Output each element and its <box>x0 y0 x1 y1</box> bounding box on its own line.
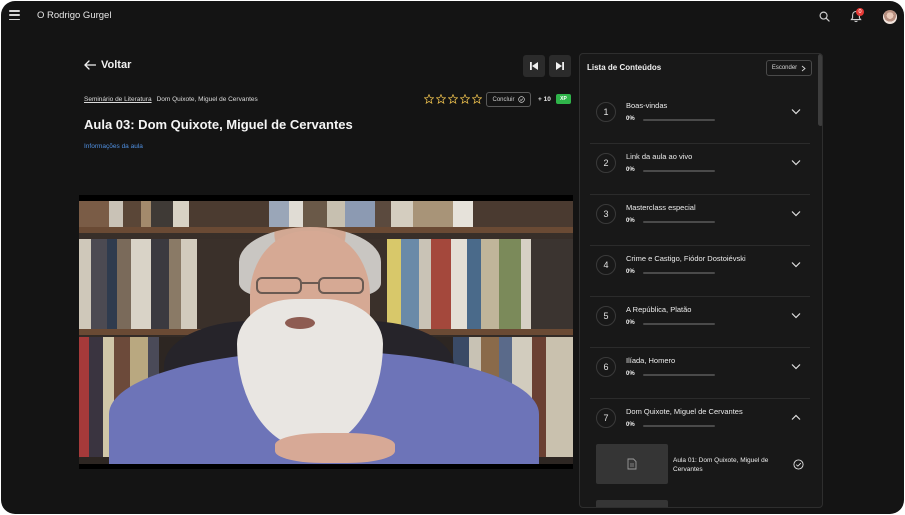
lesson-item[interactable]: Aula 01: Dom Quixote, Miguel de Cervante… <box>596 444 808 488</box>
module-item-expanded[interactable]: 7 Dom Quixote, Miguel de Cervantes 0% <box>590 400 810 450</box>
chevron-down-icon[interactable] <box>791 210 801 217</box>
speaker-hands <box>275 433 395 463</box>
module-progress-bar <box>643 272 715 274</box>
search-icon[interactable] <box>819 11 830 22</box>
module-item[interactable]: 4 Crime e Castigo, Fiódor Dostoiévski 0% <box>590 247 810 297</box>
module-progress-value: 0% <box>626 218 635 224</box>
chevron-right-icon <box>801 65 806 71</box>
check-circle-icon[interactable] <box>793 459 804 470</box>
concluir-button[interactable]: Concluir <box>486 92 531 107</box>
hide-panel-button[interactable]: Esconder <box>766 60 812 76</box>
content-list-title: Lista de Conteúdos <box>587 63 662 72</box>
star-icon[interactable] <box>460 94 470 104</box>
brand-name: O Rodrigo Gurgel <box>37 10 112 21</box>
breadcrumb-module: Dom Quixote, Miguel de Cervantes <box>156 96 258 103</box>
module-item[interactable]: 5 A República, Platão 0% <box>590 298 810 348</box>
lesson-thumbnail <box>596 444 668 484</box>
star-icon[interactable] <box>424 94 434 104</box>
module-title: Masterclass especial <box>626 203 696 212</box>
module-title: A República, Platão <box>626 305 692 314</box>
skip-previous-icon <box>530 62 538 70</box>
rating-stars <box>424 94 482 104</box>
module-progress-bar <box>643 119 715 121</box>
breadcrumb: Seminário de Literatura Dom Quixote, Mig… <box>84 96 258 103</box>
page-title: Aula 03: Dom Quixote, Miguel de Cervante… <box>84 117 353 132</box>
module-progress-value: 0% <box>626 116 635 122</box>
breadcrumb-course-link[interactable]: Seminário de Literatura <box>84 96 152 103</box>
module-number: 2 <box>596 153 616 173</box>
module-number: 6 <box>596 357 616 377</box>
module-progress-bar <box>643 170 715 172</box>
module-progress-value: 0% <box>626 320 635 326</box>
arrow-left-icon <box>84 60 96 70</box>
module-title: Crime e Castigo, Fiódor Dostoiévski <box>626 254 746 263</box>
chevron-up-icon[interactable] <box>791 414 801 421</box>
lesson-info-link[interactable]: Informações da aula <box>84 143 143 150</box>
menu-icon[interactable] <box>9 10 20 20</box>
star-icon[interactable] <box>472 94 482 104</box>
avatar[interactable] <box>883 10 897 24</box>
module-number: 4 <box>596 255 616 275</box>
chevron-down-icon[interactable] <box>791 261 801 268</box>
check-circle-icon <box>517 96 525 103</box>
lesson-title: Aula 01: Dom Quixote, Miguel de Cervante… <box>673 457 769 473</box>
module-progress-value: 0% <box>626 422 635 428</box>
module-progress-bar <box>643 374 715 376</box>
module-progress-bar <box>643 425 715 427</box>
hide-panel-label: Esconder <box>771 65 798 71</box>
module-title: Boas-vindas <box>626 101 668 110</box>
notification-badge: 0 <box>856 8 864 16</box>
module-progress-value: 0% <box>626 269 635 275</box>
module-number: 3 <box>596 204 616 224</box>
points-badge: XP <box>556 94 571 104</box>
concluir-label: Concluir <box>492 96 515 103</box>
video-player[interactable] <box>79 195 573 469</box>
chevron-down-icon[interactable] <box>791 159 801 166</box>
module-progress-value: 0% <box>626 167 635 173</box>
video-frame <box>79 201 573 469</box>
module-progress-value: 0% <box>626 371 635 377</box>
lesson-thumbnail[interactable] <box>596 500 668 507</box>
app-window: O Rodrigo Gurgel 0 Voltar Seminário de L… <box>1 1 904 514</box>
module-item[interactable]: 2 Link da aula ao vivo 0% <box>590 145 810 195</box>
module-title: Ilíada, Homero <box>626 356 676 365</box>
module-title: Dom Quixote, Miguel de Cervantes <box>626 407 743 416</box>
back-label: Voltar <box>101 59 132 71</box>
star-icon[interactable] <box>448 94 458 104</box>
content-list-panel: Lista de Conteúdos Esconder 1 Boas-vinda… <box>579 53 823 508</box>
module-number: 1 <box>596 102 616 122</box>
glasses <box>256 277 364 294</box>
module-item[interactable]: 6 Ilíada, Homero 0% <box>590 349 810 399</box>
next-lesson-button[interactable] <box>549 55 571 77</box>
chevron-down-icon[interactable] <box>791 312 801 319</box>
top-bar: O Rodrigo Gurgel 0 <box>1 1 904 31</box>
scrollbar[interactable] <box>818 54 822 126</box>
module-progress-bar <box>643 221 715 223</box>
module-progress-bar <box>643 323 715 325</box>
document-icon <box>627 458 637 470</box>
back-button[interactable]: Voltar <box>84 59 131 71</box>
module-title: Link da aula ao vivo <box>626 152 693 161</box>
previous-lesson-button[interactable] <box>523 55 545 77</box>
skip-next-icon <box>556 62 564 70</box>
module-item[interactable]: 1 Boas-vindas 0% <box>590 94 810 144</box>
module-number: 7 <box>596 408 616 428</box>
module-item[interactable]: 3 Masterclass especial 0% <box>590 196 810 246</box>
points-value: + 10 <box>538 96 551 103</box>
star-icon[interactable] <box>436 94 446 104</box>
chevron-down-icon[interactable] <box>791 363 801 370</box>
chevron-down-icon[interactable] <box>791 108 801 115</box>
module-number: 5 <box>596 306 616 326</box>
